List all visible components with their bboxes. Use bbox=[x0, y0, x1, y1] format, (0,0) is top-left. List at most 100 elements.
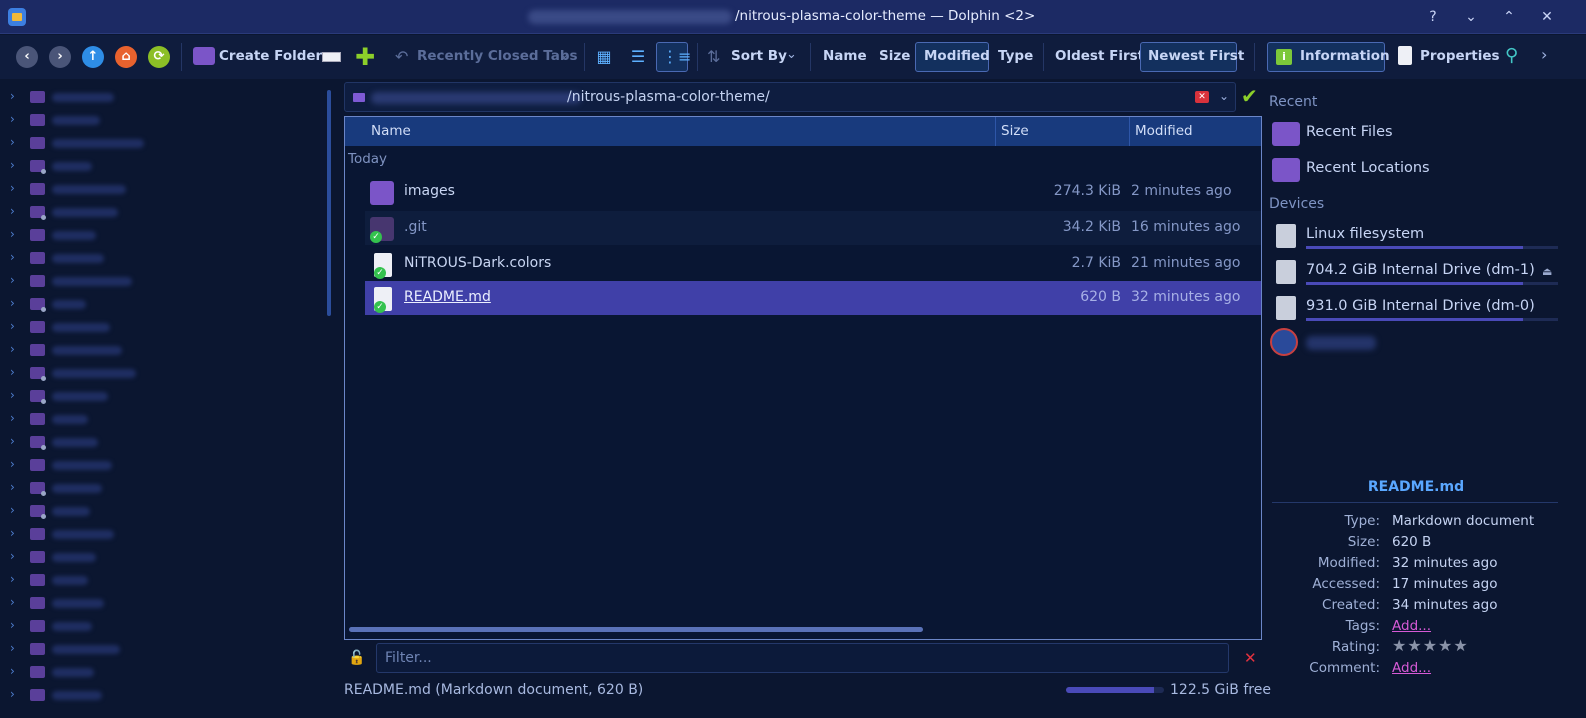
expand-chevron-icon[interactable]: › bbox=[10, 250, 15, 264]
places-item-recent-locations[interactable]: Recent Locations bbox=[1270, 156, 1560, 186]
column-header-name[interactable]: Name bbox=[371, 123, 411, 139]
expand-chevron-icon[interactable]: › bbox=[10, 181, 15, 195]
minimize-button[interactable]: ⌄ bbox=[1460, 6, 1482, 28]
expand-chevron-icon[interactable]: › bbox=[10, 549, 15, 563]
confirm-location-icon[interactable]: ✔ bbox=[1241, 84, 1258, 108]
sort-by-button[interactable]: Sort By bbox=[731, 48, 787, 64]
expand-chevron-icon[interactable]: › bbox=[10, 158, 15, 172]
tree-item[interactable]: › bbox=[10, 248, 310, 268]
properties-icon[interactable] bbox=[1398, 46, 1412, 65]
sort-type-button[interactable]: Type bbox=[998, 48, 1033, 64]
help-button[interactable]: ? bbox=[1422, 6, 1444, 28]
tree-scrollbar[interactable] bbox=[327, 90, 331, 316]
expand-chevron-icon[interactable]: › bbox=[10, 595, 15, 609]
chevron-down-icon[interactable]: ⌄ bbox=[559, 47, 570, 62]
tree-item[interactable]: › bbox=[10, 524, 310, 544]
tree-item[interactable]: › bbox=[10, 179, 310, 199]
expand-chevron-icon[interactable]: › bbox=[10, 411, 15, 425]
sort-name-button[interactable]: Name bbox=[823, 48, 867, 64]
lock-icon[interactable]: 🔓 bbox=[348, 650, 365, 666]
terminal-icon[interactable] bbox=[322, 52, 341, 62]
tree-item[interactable]: › bbox=[10, 202, 310, 222]
tree-item[interactable]: › bbox=[10, 225, 310, 245]
oldest-first-button[interactable]: Oldest First bbox=[1055, 48, 1144, 64]
recently-closed-tabs-button[interactable]: Recently Closed Tabs bbox=[417, 48, 578, 64]
expand-chevron-icon[interactable]: › bbox=[10, 135, 15, 149]
expand-chevron-icon[interactable]: › bbox=[10, 618, 15, 632]
add-tab-icon[interactable]: ✚ bbox=[355, 43, 375, 71]
newest-first-button[interactable]: Newest First bbox=[1140, 42, 1244, 72]
info-rating-stars[interactable]: ★★★★★ bbox=[1392, 636, 1469, 655]
column-separator[interactable] bbox=[1129, 117, 1130, 146]
tree-item[interactable]: › bbox=[10, 616, 310, 636]
file-row[interactable]: ✓ .git 34.2 KiB 16 minutes ago bbox=[365, 211, 1261, 245]
tree-item[interactable]: › bbox=[10, 363, 310, 383]
file-row[interactable]: images 274.3 KiB 2 minutes ago bbox=[365, 175, 1261, 209]
home-icon[interactable]: ⌂ bbox=[115, 46, 137, 68]
up-icon[interactable]: ↑ bbox=[82, 46, 104, 68]
tree-item[interactable]: › bbox=[10, 547, 310, 567]
column-header-modified[interactable]: Modified bbox=[1135, 123, 1193, 139]
back-icon[interactable]: ‹ bbox=[16, 46, 38, 68]
places-item-device[interactable]: 704.2 GiB Internal Drive (dm-1) bbox=[1270, 258, 1560, 288]
filter-input[interactable]: Filter... bbox=[376, 643, 1229, 673]
search-icon[interactable]: ⚲ bbox=[1505, 45, 1518, 66]
tree-item[interactable]: › bbox=[10, 156, 310, 176]
tree-item[interactable]: › bbox=[10, 110, 310, 130]
column-header-size[interactable]: Size bbox=[1001, 123, 1029, 139]
close-button[interactable]: ✕ bbox=[1536, 6, 1558, 28]
sort-size-button[interactable]: Size bbox=[879, 48, 910, 64]
tree-item[interactable]: › bbox=[10, 501, 310, 521]
dolphin-app-icon[interactable] bbox=[8, 8, 26, 26]
tree-item[interactable]: › bbox=[10, 271, 310, 291]
close-filter-icon[interactable]: ✕ bbox=[1244, 649, 1257, 667]
create-folder-icon[interactable] bbox=[193, 47, 215, 65]
tree-item[interactable]: › bbox=[10, 570, 310, 590]
reload-icon[interactable]: ⟳ bbox=[148, 46, 170, 68]
expand-chevron-icon[interactable]: › bbox=[10, 342, 15, 356]
tree-item[interactable]: › bbox=[10, 478, 310, 498]
expand-chevron-icon[interactable]: › bbox=[10, 319, 15, 333]
expand-chevron-icon[interactable]: › bbox=[10, 273, 15, 287]
chevron-down-icon[interactable]: ⌄ bbox=[1219, 89, 1229, 103]
column-separator[interactable] bbox=[995, 117, 996, 146]
location-path[interactable]: /nitrous-plasma-color-theme/ bbox=[567, 89, 770, 105]
places-item-device[interactable]: Linux filesystem bbox=[1270, 222, 1560, 252]
places-item-device[interactable]: 931.0 GiB Internal Drive (dm-0) bbox=[1270, 294, 1560, 324]
expand-chevron-icon[interactable]: › bbox=[10, 503, 15, 517]
file-row-selected[interactable]: ✓ README.md 620 B 32 minutes ago bbox=[365, 281, 1261, 315]
expand-chevron-icon[interactable]: › bbox=[10, 204, 15, 218]
expand-chevron-icon[interactable]: › bbox=[10, 664, 15, 678]
tree-item[interactable]: › bbox=[10, 340, 310, 360]
create-folder-button[interactable]: Create Folder bbox=[219, 48, 322, 64]
details-view-button[interactable]: ⋮≡ bbox=[656, 42, 691, 72]
clear-location-icon[interactable]: ✕ bbox=[1195, 91, 1209, 103]
tree-item[interactable]: › bbox=[10, 432, 310, 452]
info-tags-add-link[interactable]: Add... bbox=[1392, 618, 1431, 634]
expand-chevron-icon[interactable]: › bbox=[10, 480, 15, 494]
tree-item[interactable]: › bbox=[10, 317, 310, 337]
tree-item[interactable]: › bbox=[10, 662, 310, 682]
horizontal-scrollbar[interactable] bbox=[349, 627, 923, 632]
eject-icon[interactable]: ⏏ bbox=[1542, 265, 1552, 278]
tree-item[interactable]: › bbox=[10, 294, 310, 314]
tree-item[interactable]: › bbox=[10, 639, 310, 659]
tree-item[interactable]: › bbox=[10, 87, 310, 107]
forward-icon[interactable]: › bbox=[49, 46, 71, 68]
undo-close-tab-icon[interactable]: ↶ bbox=[395, 47, 408, 66]
icons-view-icon[interactable]: ▦ bbox=[594, 47, 614, 67]
expand-chevron-icon[interactable]: › bbox=[10, 641, 15, 655]
properties-button[interactable]: Properties bbox=[1420, 48, 1500, 64]
expand-chevron-icon[interactable]: › bbox=[10, 687, 15, 701]
file-row[interactable]: ✓ NiTROUS-Dark.colors 2.7 KiB 21 minutes… bbox=[365, 247, 1261, 281]
tree-item[interactable]: › bbox=[10, 685, 310, 705]
expand-chevron-icon[interactable]: › bbox=[10, 457, 15, 471]
expand-chevron-icon[interactable]: › bbox=[10, 89, 15, 103]
tree-item[interactable]: › bbox=[10, 455, 310, 475]
tree-item[interactable]: › bbox=[10, 593, 310, 613]
expand-chevron-icon[interactable]: › bbox=[10, 572, 15, 586]
expand-chevron-icon[interactable]: › bbox=[10, 296, 15, 310]
expand-chevron-icon[interactable]: › bbox=[10, 227, 15, 241]
info-comment-add-link[interactable]: Add... bbox=[1392, 660, 1431, 676]
expand-chevron-icon[interactable]: › bbox=[10, 365, 15, 379]
